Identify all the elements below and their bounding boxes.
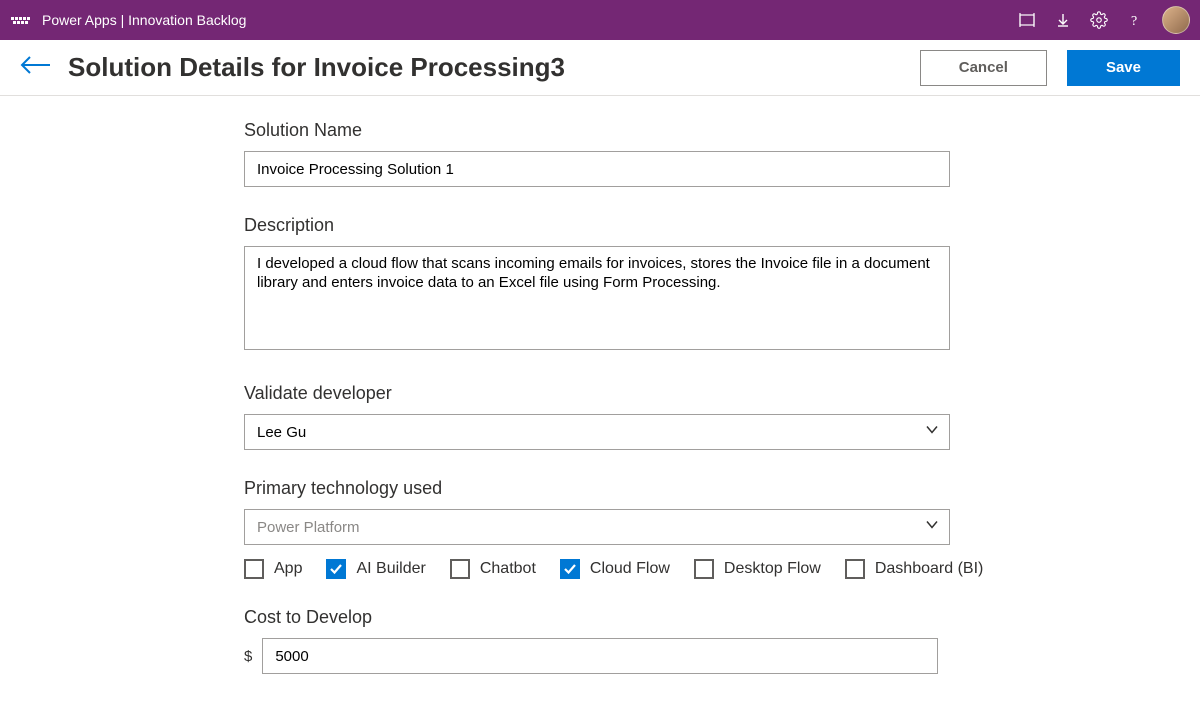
cancel-button[interactable]: Cancel <box>920 50 1047 86</box>
validate-developer-select[interactable] <box>244 414 950 450</box>
solution-name-label: Solution Name <box>244 120 960 141</box>
validate-developer-field: Validate developer <box>244 383 960 450</box>
checkbox-chatbot-label: Chatbot <box>480 560 536 578</box>
checkbox-dashboard-label: Dashboard (BI) <box>875 560 984 578</box>
topbar: Power Apps | Innovation Backlog ? <box>0 0 1200 40</box>
user-avatar[interactable] <box>1162 6 1190 34</box>
checkbox-app-label: App <box>274 560 302 578</box>
download-icon[interactable] <box>1054 11 1072 29</box>
primary-tech-select[interactable] <box>244 509 950 545</box>
form: Solution Name Description I developed a … <box>0 96 960 674</box>
svg-text:?: ? <box>1131 14 1137 28</box>
fit-icon[interactable] <box>1018 11 1036 29</box>
description-label: Description <box>244 215 960 236</box>
cost-field: Cost to Develop $ <box>244 607 960 674</box>
back-arrow-icon[interactable] <box>20 55 52 80</box>
page-title: Solution Details for Invoice Processing3 <box>68 52 565 83</box>
currency-symbol: $ <box>244 648 252 665</box>
tech-checkboxes: App AI Builder Chatbot Cloud Flow Deskto… <box>244 559 960 579</box>
app-launcher-icon[interactable] <box>10 10 30 30</box>
solution-name-field: Solution Name <box>244 120 960 187</box>
description-textarea[interactable]: I developed a cloud flow that scans inco… <box>244 246 950 350</box>
header-actions: Cancel Save <box>920 50 1180 86</box>
primary-tech-field: Primary technology used App AI Builder C… <box>244 478 960 579</box>
checkbox-ai-builder-label: AI Builder <box>356 560 425 578</box>
primary-tech-label: Primary technology used <box>244 478 960 499</box>
description-field: Description I developed a cloud flow tha… <box>244 215 960 355</box>
help-icon[interactable]: ? <box>1126 11 1144 29</box>
checkbox-cloud-flow-label: Cloud Flow <box>590 560 670 578</box>
validate-developer-label: Validate developer <box>244 383 960 404</box>
solution-name-input[interactable] <box>244 151 950 187</box>
checkbox-dashboard[interactable] <box>845 559 865 579</box>
checkbox-app[interactable] <box>244 559 264 579</box>
cost-label: Cost to Develop <box>244 607 960 628</box>
settings-icon[interactable] <box>1090 11 1108 29</box>
header-bar: Solution Details for Invoice Processing3… <box>0 40 1200 96</box>
checkbox-chatbot[interactable] <box>450 559 470 579</box>
checkbox-desktop-flow[interactable] <box>694 559 714 579</box>
checkbox-cloud-flow[interactable] <box>560 559 580 579</box>
checkbox-ai-builder[interactable] <box>326 559 346 579</box>
topbar-title: Power Apps | Innovation Backlog <box>42 12 246 28</box>
save-button[interactable]: Save <box>1067 50 1180 86</box>
checkbox-desktop-flow-label: Desktop Flow <box>724 560 821 578</box>
cost-input[interactable] <box>262 638 938 674</box>
topbar-right: ? <box>1018 6 1190 34</box>
